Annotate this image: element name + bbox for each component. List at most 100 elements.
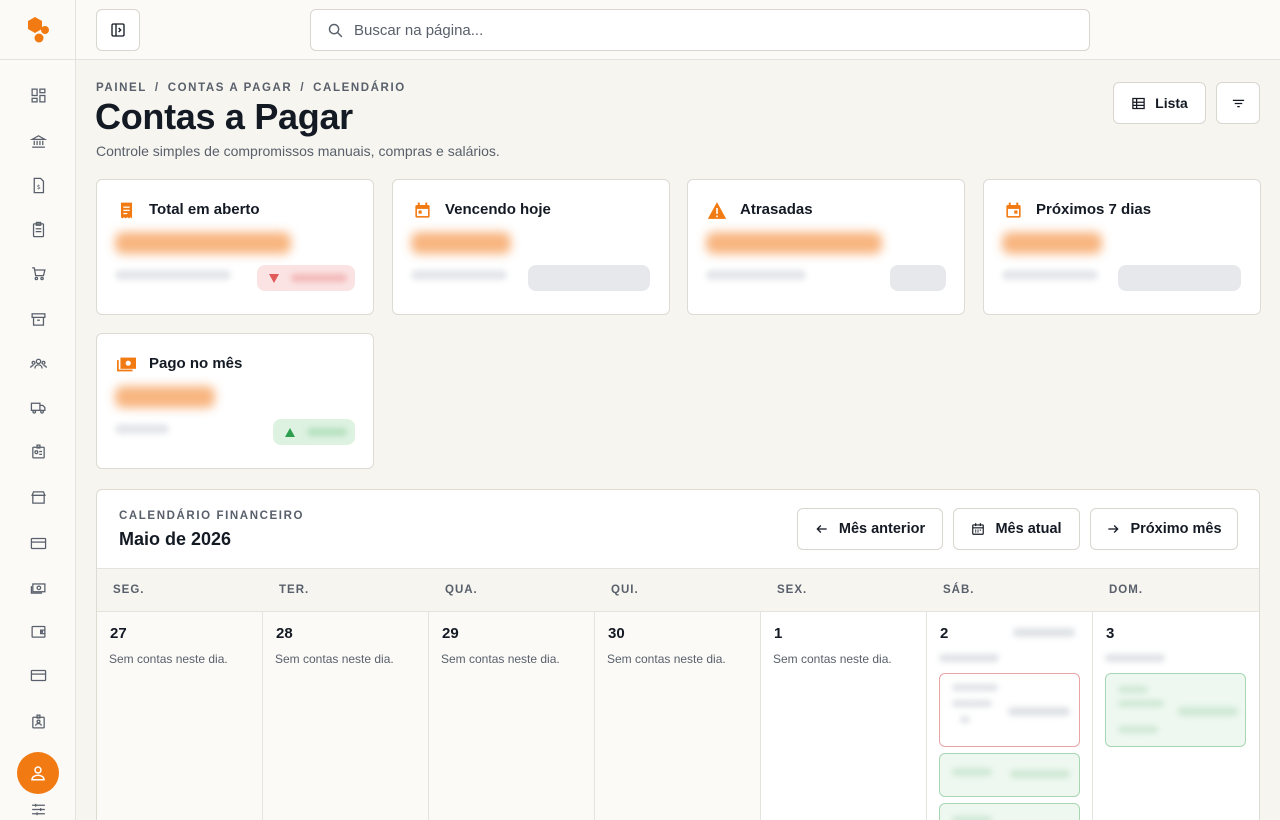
bill-event-overdue[interactable] [939,673,1080,747]
calendar-month-title: Maio de 2026 [119,529,232,549]
arrow-right-icon [1108,525,1120,533]
list-view-label: Lista [1155,95,1188,111]
card-title: Pago no mês [149,355,243,372]
calendar-day[interactable]: 3 [1093,612,1259,820]
calendar-day[interactable]: 2 [927,612,1093,820]
redacted-amount [706,232,882,254]
filter-icon [1232,99,1244,107]
redacted-subtext [706,270,806,280]
truck-icon[interactable] [26,395,50,419]
calendar-icon [972,523,985,535]
calendar-day[interactable]: 1 Sem contas neste dia. [761,612,927,820]
weekday-label: QUA. [445,584,478,596]
next-month-button[interactable]: Próximo mês [1090,508,1238,550]
day-empty-text: Sem contas neste dia. [773,652,892,666]
topbar [76,0,1280,60]
calendar-day[interactable]: 27 Sem contas neste dia. [97,612,263,820]
trend-up-icon [285,427,295,437]
sidebar: $ [0,0,76,820]
trend-badge [273,419,355,445]
calendar-day[interactable]: 28 Sem contas neste dia. [263,612,429,820]
archive-icon[interactable] [26,307,50,331]
card-total-aberto: Total em aberto [96,179,374,315]
current-month-label: Mês atual [995,521,1062,537]
calendar-kicker: CALENDÁRIO FINANCEIRO [119,510,305,522]
settings-sliders-icon[interactable] [26,797,50,820]
card-pago-no-mes: Pago no mês [96,333,374,469]
card-title: Próximos 7 dias [1036,201,1152,218]
redacted-subtext [411,270,507,280]
search-input[interactable] [354,21,1054,39]
clipboard-icon[interactable] [26,217,50,241]
credit-card-icon[interactable] [26,531,50,555]
sidebar-toggle-button[interactable] [96,9,140,51]
bill-event-paid[interactable] [939,803,1080,820]
redacted-subtext [115,270,231,280]
invoice-icon[interactable]: $ [26,173,50,197]
card-icon[interactable] [26,663,50,687]
weekday-label: TER. [279,584,310,596]
page-subtitle: Controle simples de compromissos manuais… [96,143,500,159]
redacted-amount [115,386,215,408]
cash-icon[interactable] [26,575,50,599]
filter-button[interactable] [1216,82,1260,124]
calendar-day[interactable]: 29 Sem contas neste dia. [429,612,595,820]
redacted-subtext [1002,270,1098,280]
wallet-icon[interactable] [26,619,50,643]
redacted-day-count [939,654,999,662]
calendar-day[interactable]: 30 Sem contas neste dia. [595,612,761,820]
card-title: Total em aberto [149,201,260,218]
current-month-button[interactable]: Mês atual [953,508,1080,550]
breadcrumb-separator: / [154,82,160,94]
bill-event-paid[interactable] [1105,673,1246,747]
day-empty-text: Sem contas neste dia. [441,652,560,666]
search-box[interactable] [310,9,1090,51]
table-icon [1132,97,1145,109]
status-badge [1118,265,1241,291]
bank-icon[interactable] [26,129,50,153]
id-badge-icon[interactable] [26,439,50,463]
trend-down-icon [269,273,279,283]
calendar-today-icon [411,199,433,221]
redacted-subtext [115,424,169,434]
breadcrumb-separator: / [300,82,306,94]
day-number: 3 [1106,625,1115,642]
card-title: Atrasadas [740,201,813,218]
breadcrumb-item-painel[interactable]: PAINEL [96,82,147,94]
day-empty-text: Sem contas neste dia. [607,652,726,666]
breadcrumb: PAINEL / CONTAS A PAGAR / CALENDÁRIO [96,82,406,94]
weekday-label: QUI. [611,584,639,596]
day-number: 1 [774,625,783,642]
card-title: Vencendo hoje [445,201,551,218]
day-number: 30 [608,625,625,642]
store-icon[interactable] [26,485,50,509]
day-empty-text: Sem contas neste dia. [109,652,228,666]
day-number: 29 [442,625,459,642]
breadcrumb-item-contas[interactable]: CONTAS A PAGAR [168,82,293,94]
redacted-amount [411,232,511,254]
breadcrumb-item-calendario: CALENDÁRIO [313,82,406,94]
next-month-label: Próximo mês [1130,521,1222,537]
cart-icon[interactable] [26,261,50,285]
logo[interactable] [0,0,76,60]
weekday-label: SEX. [777,584,808,596]
employee-badge-icon[interactable] [26,709,50,733]
day-number: 28 [276,625,293,642]
receipt-icon [115,199,137,221]
user-avatar-button[interactable] [17,752,59,794]
redacted-day-count [1105,654,1165,662]
svg-text:$: $ [36,183,40,191]
money-icon [115,353,137,375]
redacted-day-total [1013,628,1075,637]
prev-month-button[interactable]: Mês anterior [797,508,943,550]
trend-badge [257,265,355,291]
day-number: 2 [940,625,949,642]
bill-event-paid[interactable] [939,753,1080,797]
list-view-button[interactable]: Lista [1113,82,1206,124]
financial-calendar: CALENDÁRIO FINANCEIRO Maio de 2026 Mês a… [96,489,1260,820]
status-badge [528,265,650,291]
weekday-header: SEG. TER. QUA. QUI. SEX. SÁB. DOM. [97,568,1259,612]
card-vencendo-hoje: Vencendo hoje [392,179,670,315]
team-icon[interactable] [26,351,50,375]
dashboard-icon[interactable] [26,83,50,107]
